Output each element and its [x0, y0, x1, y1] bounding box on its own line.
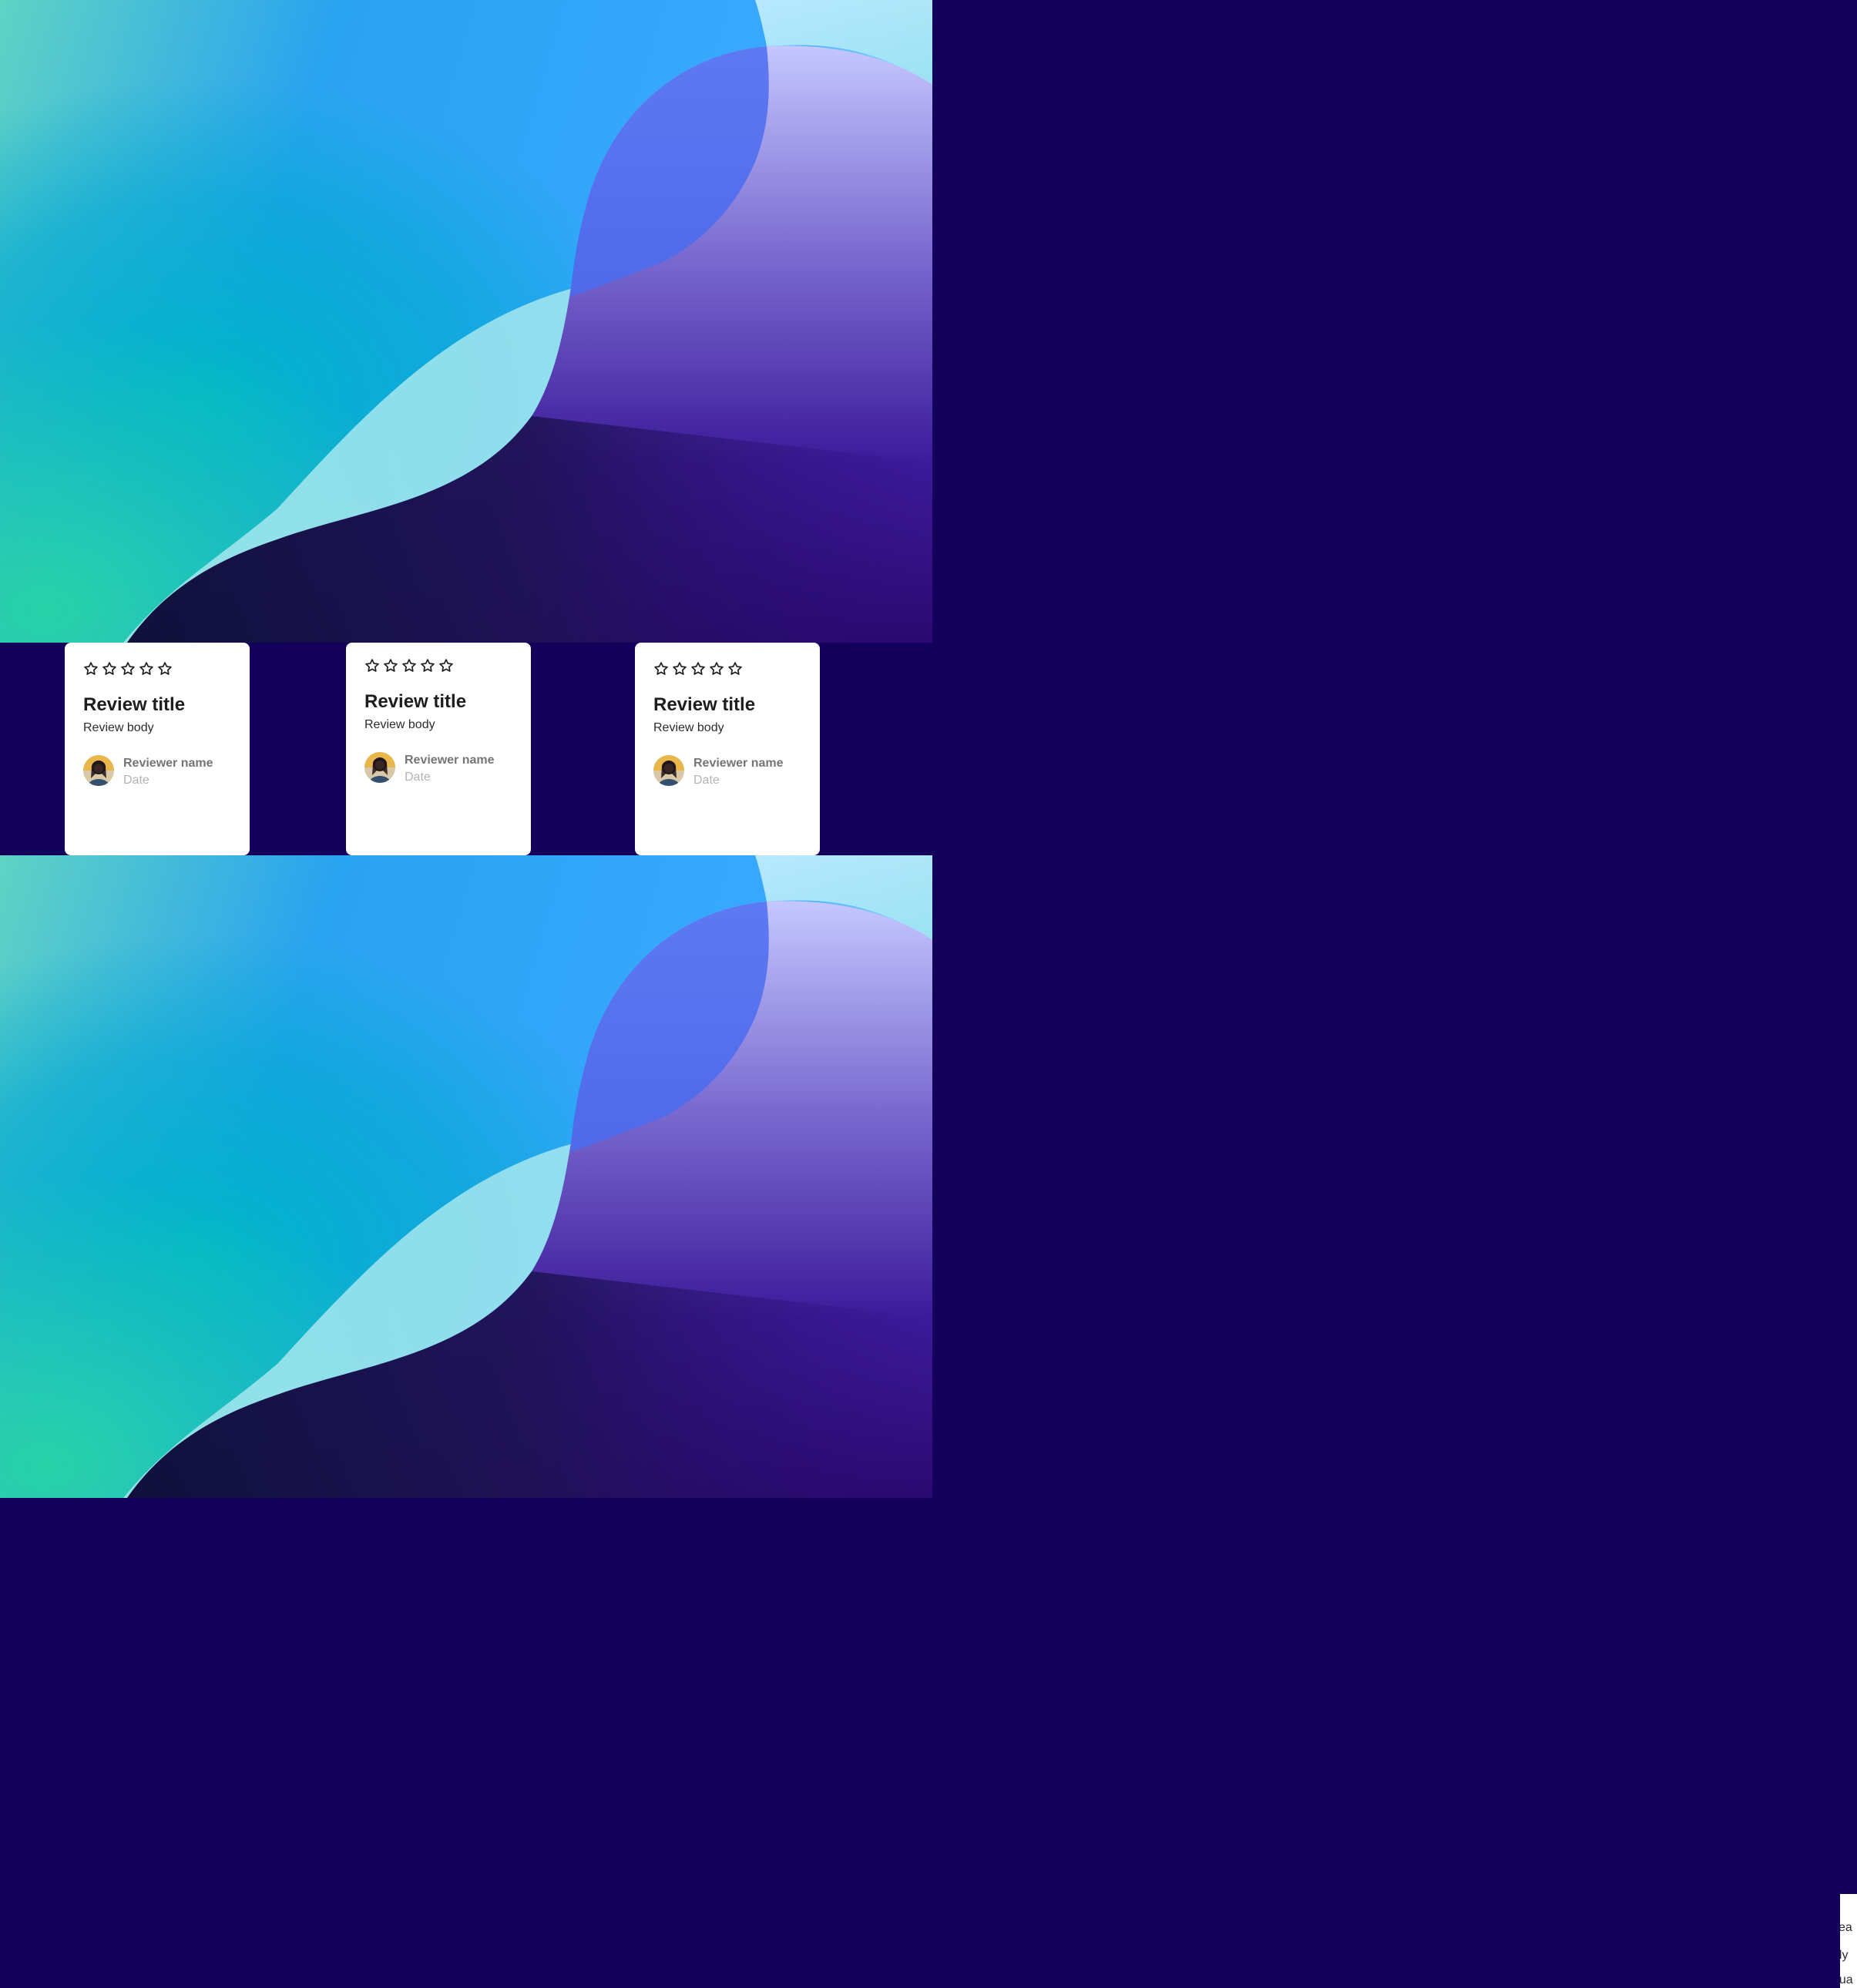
star-outline-icon [691, 662, 705, 675]
review-body: Review body [83, 721, 154, 734]
review-card: Review title Review body Reviewer name D… [65, 643, 250, 855]
review-date: Date [123, 774, 149, 787]
reviewer-name: Reviewer name [693, 757, 784, 770]
star-outline-icon [139, 662, 153, 675]
star-outline-icon [439, 659, 453, 672]
review-date: Date [693, 774, 720, 787]
reviewer-avatar [653, 755, 684, 786]
review-title: Review title [653, 694, 756, 715]
star-outline-icon [384, 659, 398, 672]
review-card: Review title Review body Reviewer name D… [635, 643, 820, 855]
review-body: Review body [364, 718, 435, 731]
reviewer-info: Reviewer name Date [653, 755, 801, 789]
review-date: Date [405, 771, 431, 784]
star-outline-icon [121, 662, 135, 675]
star-outline-icon [402, 659, 416, 672]
panel-text-line: oua [1840, 1973, 1853, 1986]
hero-image-bottom [0, 855, 932, 1498]
star-rating [83, 660, 231, 678]
offscreen-panel: cea uly oua [1840, 1894, 1857, 1988]
review-title: Review title [364, 691, 467, 712]
star-outline-icon [102, 662, 116, 675]
hero-image-top [0, 0, 932, 643]
review-body: Review body [653, 721, 724, 734]
review-card: Review title Review body Reviewer name D… [346, 643, 531, 855]
star-outline-icon [421, 659, 435, 672]
star-outline-icon [710, 662, 724, 675]
star-outline-icon [158, 662, 172, 675]
reviewer-avatar [364, 752, 395, 783]
star-outline-icon [728, 662, 742, 675]
star-rating [653, 660, 801, 678]
reviewer-name: Reviewer name [405, 754, 495, 767]
panel-text-line: uly [1840, 1949, 1849, 1962]
star-outline-icon [84, 662, 98, 675]
reviewer-info: Reviewer name Date [364, 752, 512, 786]
reviewer-info: Reviewer name Date [83, 755, 231, 789]
review-title: Review title [83, 694, 186, 715]
star-rating [364, 657, 512, 675]
reviewer-avatar [83, 755, 114, 786]
star-outline-icon [365, 659, 379, 672]
panel-text-line: cea [1840, 1921, 1852, 1934]
star-outline-icon [673, 662, 687, 675]
reviewer-name: Reviewer name [123, 757, 213, 770]
star-outline-icon [654, 662, 668, 675]
